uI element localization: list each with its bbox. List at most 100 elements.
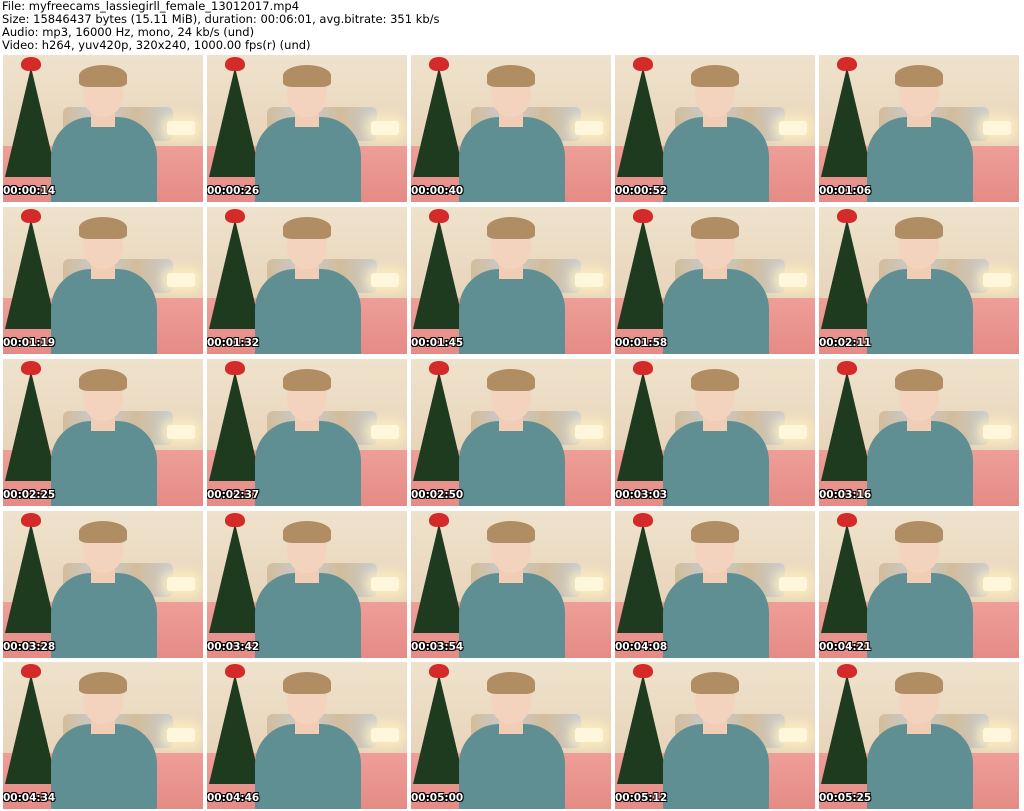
frame-timestamp: 00:01:06: [819, 185, 872, 197]
frame-person-hair: [895, 521, 943, 543]
frame-person-torso: [459, 117, 565, 202]
frame-timestamp: 00:04:34: [3, 792, 56, 804]
frame-lamp: [575, 728, 603, 742]
frame-person-torso: [867, 724, 973, 809]
frame-person-hair: [283, 217, 331, 239]
frame-lamp: [371, 577, 399, 591]
frame-red-bow: [633, 513, 653, 527]
frame-timestamp: 00:03:03: [615, 489, 668, 501]
frame-christmas-tree: [5, 674, 57, 784]
frame-lamp: [575, 577, 603, 591]
frame-person-hair: [283, 521, 331, 543]
frame-red-bow: [21, 513, 41, 527]
frame-person-hair: [691, 65, 739, 87]
frame-person-torso: [255, 269, 361, 354]
frame-christmas-tree: [209, 674, 261, 784]
frame-lamp: [983, 577, 1011, 591]
frame-person-torso: [663, 117, 769, 202]
video-frame-thumbnail: 00:05:00: [411, 662, 611, 809]
frame-person-torso: [459, 269, 565, 354]
frame-timestamp: 00:05:00: [411, 792, 464, 804]
frame-christmas-tree: [5, 219, 57, 329]
frame-person-torso: [459, 724, 565, 809]
frame-person-torso: [51, 724, 157, 809]
video-frame-thumbnail: 00:03:28: [3, 511, 203, 658]
frame-person-hair: [691, 521, 739, 543]
frame-person-hair: [487, 369, 535, 391]
frame-red-bow: [633, 361, 653, 375]
frame-christmas-tree: [209, 219, 261, 329]
file-info-header: File: myfreecams_lassiegirll_female_1301…: [2, 0, 1022, 52]
video-frame-thumbnail: 00:00:26: [207, 55, 407, 202]
video-frame-thumbnail: 00:01:45: [411, 207, 611, 354]
frame-christmas-tree: [821, 371, 873, 481]
video-frame-thumbnail: 00:04:21: [819, 511, 1019, 658]
frame-person-torso: [459, 421, 565, 506]
frame-christmas-tree: [413, 219, 465, 329]
frame-lamp: [167, 728, 195, 742]
video-frame-thumbnail: 00:04:08: [615, 511, 815, 658]
frame-person-torso: [255, 573, 361, 658]
frame-person-torso: [663, 421, 769, 506]
frame-red-bow: [21, 664, 41, 678]
frame-timestamp: 00:00:14: [3, 185, 56, 197]
frame-christmas-tree: [821, 674, 873, 784]
frame-lamp: [983, 273, 1011, 287]
frame-lamp: [779, 273, 807, 287]
frame-timestamp: 00:04:21: [819, 641, 872, 653]
video-frame-thumbnail: 00:05:25: [819, 662, 1019, 809]
frame-christmas-tree: [821, 67, 873, 177]
frame-person-hair: [487, 672, 535, 694]
frame-person-torso: [51, 573, 157, 658]
frame-red-bow: [837, 664, 857, 678]
frame-timestamp: 00:03:54: [411, 641, 464, 653]
frame-person-torso: [663, 269, 769, 354]
video-frame-thumbnail: 00:02:25: [3, 359, 203, 506]
video-frame-thumbnail: 00:02:37: [207, 359, 407, 506]
frame-person-hair: [79, 672, 127, 694]
frame-red-bow: [837, 209, 857, 223]
frame-person-hair: [691, 217, 739, 239]
frame-red-bow: [633, 664, 653, 678]
frame-timestamp: 00:04:08: [615, 641, 668, 653]
frame-timestamp: 00:05:25: [819, 792, 872, 804]
frame-timestamp: 00:02:25: [3, 489, 56, 501]
video-frame-thumbnail: 00:04:46: [207, 662, 407, 809]
video-frame-thumbnail: 00:03:16: [819, 359, 1019, 506]
frame-red-bow: [429, 209, 449, 223]
frame-red-bow: [225, 57, 245, 71]
video-frame-thumbnail: 00:01:06: [819, 55, 1019, 202]
frame-person-torso: [867, 117, 973, 202]
frame-timestamp: 00:01:19: [3, 337, 56, 349]
video-frame-thumbnail: 00:00:14: [3, 55, 203, 202]
frame-red-bow: [633, 57, 653, 71]
frame-christmas-tree: [821, 219, 873, 329]
frame-red-bow: [225, 513, 245, 527]
frame-christmas-tree: [5, 371, 57, 481]
frame-red-bow: [225, 209, 245, 223]
frame-christmas-tree: [413, 67, 465, 177]
frame-person-torso: [867, 269, 973, 354]
frame-red-bow: [837, 513, 857, 527]
frame-lamp: [371, 121, 399, 135]
frame-christmas-tree: [413, 371, 465, 481]
video-frame-thumbnail: 00:00:52: [615, 55, 815, 202]
frame-christmas-tree: [617, 371, 669, 481]
frame-timestamp: 00:00:26: [207, 185, 260, 197]
frame-person-hair: [283, 672, 331, 694]
frame-christmas-tree: [413, 523, 465, 633]
video-frame-thumbnail: 00:01:58: [615, 207, 815, 354]
frame-lamp: [575, 273, 603, 287]
frame-lamp: [167, 577, 195, 591]
video-frame-thumbnail: 00:05:12: [615, 662, 815, 809]
frame-person-torso: [51, 269, 157, 354]
frame-person-hair: [895, 672, 943, 694]
video-frame-thumbnail: 00:01:19: [3, 207, 203, 354]
frame-lamp: [983, 728, 1011, 742]
frame-red-bow: [837, 361, 857, 375]
frame-person-hair: [895, 369, 943, 391]
frame-christmas-tree: [821, 523, 873, 633]
frame-person-hair: [691, 672, 739, 694]
frame-red-bow: [429, 57, 449, 71]
frame-timestamp: 00:01:45: [411, 337, 464, 349]
